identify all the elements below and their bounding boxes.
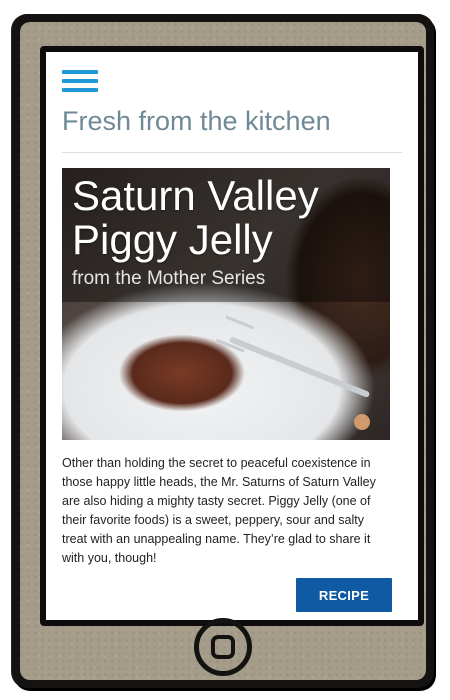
hero-title: Saturn Valley Piggy Jelly [72,172,319,263]
hero-image: Saturn Valley Piggy Jelly from the Mothe… [62,168,390,440]
header-divider [62,152,402,153]
recipe-button[interactable]: RECIPE [296,578,392,612]
hamburger-line [62,88,98,92]
hamburger-line [62,79,98,83]
phone-body: Fresh from the kitchen Saturn Valley Pig… [20,22,426,680]
home-button-inner [211,635,235,659]
hamburger-line [62,70,98,74]
hero-subtitle: from the Mother Series [72,268,266,289]
home-button-icon[interactable] [194,618,252,676]
fork-handle-graphic [228,336,371,398]
mr-saturn-graphic [354,414,370,430]
recipe-description: Other than holding the secret to peacefu… [62,456,376,565]
page-title: Fresh from the kitchen [62,106,331,136]
phone-frame: Fresh from the kitchen Saturn Valley Pig… [12,14,434,688]
hamburger-menu-icon[interactable] [62,68,98,96]
phone-screen: Fresh from the kitchen Saturn Valley Pig… [46,52,418,620]
screen-bezel: Fresh from the kitchen Saturn Valley Pig… [40,46,424,626]
